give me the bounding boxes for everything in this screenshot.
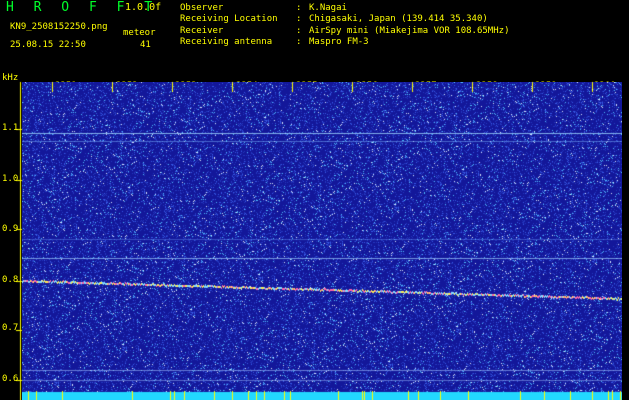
receiver-value: AirSpy mini (Miakejima VOR 108.65MHz) bbox=[309, 26, 510, 36]
meteor-count-label: meteor bbox=[123, 28, 156, 38]
y-tick-label: 0.6 bbox=[2, 374, 19, 384]
spectrogram-plot bbox=[22, 82, 622, 400]
observer-value: K.Nagai bbox=[309, 3, 347, 13]
app-version: 1.0.0f bbox=[125, 2, 162, 13]
file-name: KN9_2508152250.png bbox=[10, 22, 108, 32]
y-tick-label: 0.9 bbox=[2, 224, 19, 234]
y-tick-label: 1.1 bbox=[2, 123, 19, 133]
receiver-separator: : bbox=[296, 26, 302, 36]
location-value: Chigasaki, Japan (139.414 35.340) bbox=[309, 14, 488, 24]
y-axis-unit: kHz bbox=[2, 73, 19, 83]
antenna-label: Receiving antenna bbox=[180, 37, 273, 47]
hrofft-spectrogram-window: H R O F F T 1.0.0f KN9_2508152250.png 25… bbox=[0, 0, 629, 400]
y-tick-label: 0.8 bbox=[2, 275, 19, 285]
observer-separator: : bbox=[296, 3, 302, 13]
location-label: Receiving Location bbox=[180, 14, 278, 24]
antenna-separator: : bbox=[296, 37, 302, 47]
y-tick-label: 1.0 bbox=[2, 174, 19, 184]
antenna-value: Maspro FM-3 bbox=[309, 37, 369, 47]
y-tick-label: 0.7 bbox=[2, 323, 19, 333]
capture-datetime: 25.08.15 22:50 bbox=[10, 40, 86, 50]
receiver-label: Receiver bbox=[180, 26, 224, 36]
location-separator: : bbox=[296, 14, 302, 24]
observer-label: Observer bbox=[180, 3, 224, 13]
meteor-count-value: 41 bbox=[140, 40, 151, 50]
